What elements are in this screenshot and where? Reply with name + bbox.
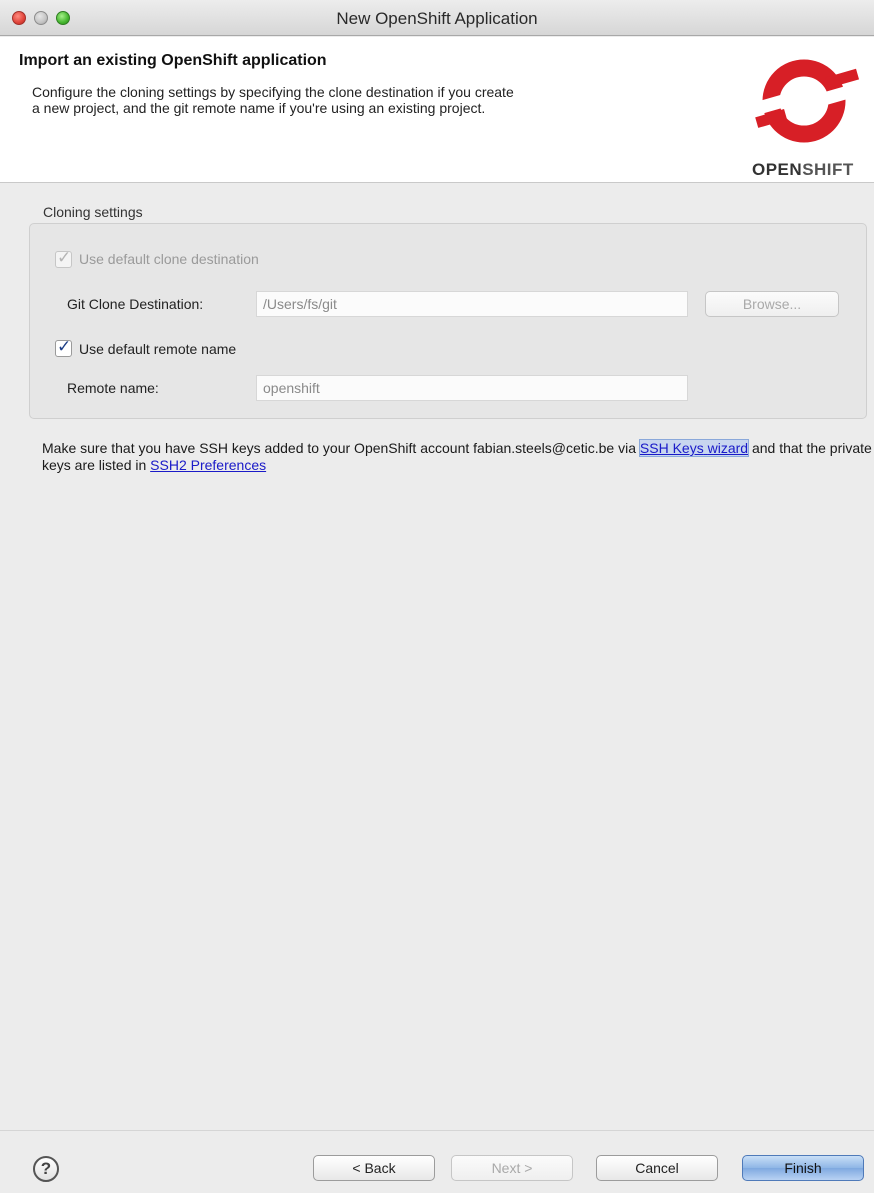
page-description: Configure the cloning settings by specif… xyxy=(32,84,514,116)
ssh-keys-wizard-link[interactable]: SSH Keys wizard xyxy=(638,439,750,457)
remote-name-field[interactable]: openshift xyxy=(256,375,688,401)
use-default-destination-checkbox[interactable]: ✓ xyxy=(55,248,72,268)
checkmark-icon: ✓ xyxy=(57,337,72,356)
use-default-remote-checkbox[interactable]: ✓ xyxy=(55,337,72,357)
page-title: Import an existing OpenShift application xyxy=(19,52,327,69)
next-button[interactable]: Next > xyxy=(451,1155,573,1181)
ssh-keys-info: Make sure that you have SSH keys added t… xyxy=(42,439,872,474)
help-icon: ? xyxy=(40,1159,52,1178)
window-title: New OpenShift Application xyxy=(336,9,538,28)
ssh2-preferences-link[interactable]: SSH2 Preferences xyxy=(150,457,266,473)
git-clone-destination-field[interactable]: /Users/fs/git xyxy=(256,291,688,317)
use-default-remote-label: Use default remote name xyxy=(79,341,237,357)
ssh-keys-link-part2: wizard xyxy=(707,440,749,456)
dialog-window: New OpenShift Application Import an exis… xyxy=(0,0,874,1193)
title-bar: New OpenShift Application xyxy=(0,0,874,36)
remote-name-label: Remote name: xyxy=(67,380,159,396)
logo-text-open: OPEN xyxy=(752,160,803,179)
browse-button[interactable]: Browse... xyxy=(705,291,839,317)
logo-text-shift: SHIFT xyxy=(802,160,854,179)
openshift-logo-text: OPENSHIFT xyxy=(752,160,854,180)
git-clone-destination-label: Git Clone Destination: xyxy=(67,296,204,312)
openshift-logo: OPENSHIFT xyxy=(752,47,872,182)
cancel-button[interactable]: Cancel xyxy=(596,1155,718,1181)
use-default-destination-label: Use default clone destination xyxy=(79,251,259,267)
help-button[interactable]: ? xyxy=(33,1156,59,1182)
openshift-logo-icon xyxy=(753,59,860,143)
cloning-settings-label: Cloning settings xyxy=(43,204,143,220)
finish-button[interactable]: Finish xyxy=(742,1155,864,1181)
ssh-keys-link-part1: SSH Keys xyxy=(639,440,704,456)
wizard-header: Import an existing OpenShift application… xyxy=(0,37,874,183)
back-button[interactable]: < Back xyxy=(313,1155,435,1181)
info-text-before: Make sure that you have SSH keys added t… xyxy=(42,440,640,456)
checkmark-icon: ✓ xyxy=(57,248,72,267)
